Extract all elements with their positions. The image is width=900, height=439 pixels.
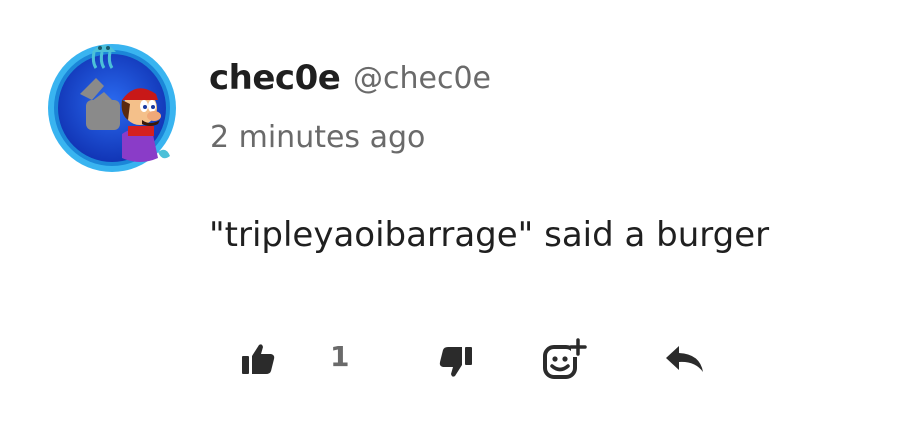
thumbs-up-icon: [242, 344, 275, 374]
dislike-button[interactable]: [436, 343, 476, 381]
avatar[interactable]: [40, 34, 180, 174]
add-emoji-reaction-icon: [543, 338, 587, 379]
username[interactable]: chec0e: [209, 58, 341, 98]
user-handle[interactable]: @chec0e: [353, 61, 491, 96]
reply-arrow-icon: [666, 346, 703, 372]
reply-button[interactable]: [662, 340, 706, 378]
thumbs-down-icon: [439, 347, 472, 377]
comment-text: "tripleyaoibarrage" said a burger: [209, 215, 770, 255]
avatar-image: [48, 44, 176, 172]
add-reaction-button[interactable]: [540, 336, 588, 384]
like-count: 1: [330, 340, 350, 373]
comment-timestamp: 2 minutes ago: [210, 120, 426, 155]
like-button[interactable]: [238, 340, 278, 378]
